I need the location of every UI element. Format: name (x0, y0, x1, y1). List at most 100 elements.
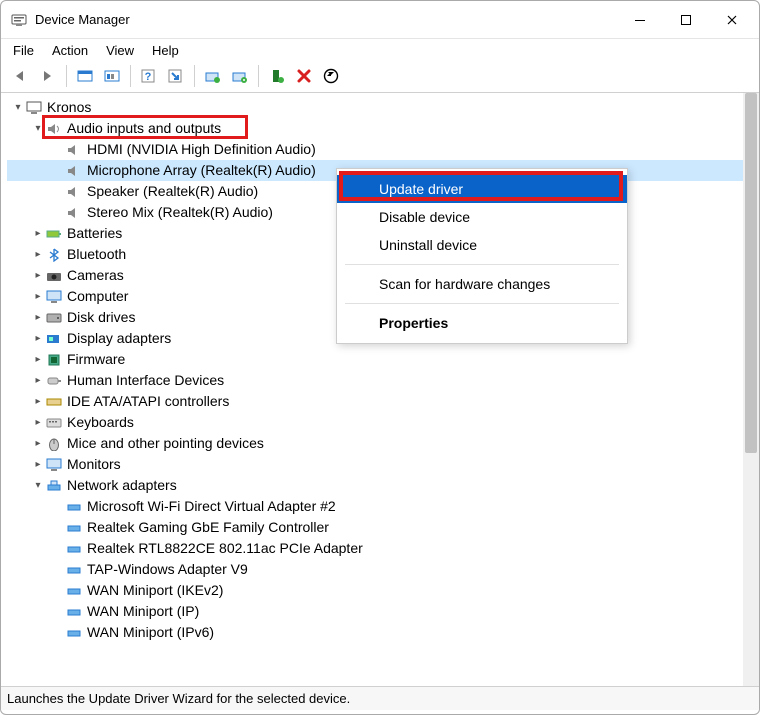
ctx-scan-hardware[interactable]: Scan for hardware changes (337, 270, 627, 298)
status-text: Launches the Update Driver Wizard for th… (7, 691, 350, 706)
chevron-right-icon[interactable]: ▸ (31, 391, 45, 412)
statusbar: Launches the Update Driver Wizard for th… (1, 686, 759, 710)
tree-item[interactable]: TAP-Windows Adapter V9 (7, 559, 743, 580)
chevron-right-icon[interactable]: ▸ (31, 244, 45, 265)
close-button[interactable] (709, 5, 755, 35)
view-icon[interactable] (100, 64, 124, 88)
tree-item-label: WAN Miniport (IP) (87, 601, 199, 622)
chevron-right-icon[interactable]: ▸ (31, 265, 45, 286)
tree-label: Bluetooth (67, 244, 126, 265)
tree-label: Display adapters (67, 328, 171, 349)
minimize-button[interactable] (617, 5, 663, 35)
tree-category[interactable]: ▸ Firmware (7, 349, 743, 370)
ctx-properties[interactable]: Properties (337, 309, 627, 337)
tree-item-label: Microsoft Wi-Fi Direct Virtual Adapter #… (87, 496, 336, 517)
network-icon (45, 478, 63, 494)
tree-category[interactable]: ▸ Keyboards (7, 412, 743, 433)
chevron-right-icon[interactable]: ▸ (31, 223, 45, 244)
maximize-button[interactable] (663, 5, 709, 35)
tree-label: IDE ATA/ATAPI controllers (67, 391, 229, 412)
chevron-right-icon[interactable]: ▸ (31, 349, 45, 370)
show-hidden-icon[interactable] (73, 64, 97, 88)
mouse-icon (45, 436, 63, 452)
chevron-down-icon[interactable]: ▾ (31, 475, 45, 496)
menu-action[interactable]: Action (52, 43, 88, 58)
scroll-thumb[interactable] (745, 93, 757, 453)
network-adapter-icon (65, 625, 83, 641)
help-icon[interactable]: ? (137, 64, 161, 88)
tree-item-label: Microphone Array (Realtek(R) Audio) (87, 160, 316, 181)
network-adapter-icon (65, 583, 83, 599)
ctx-separator (345, 303, 619, 304)
tree-item[interactable]: WAN Miniport (IKEv2) (7, 580, 743, 601)
ctx-item-label: Disable device (379, 209, 470, 225)
back-button[interactable] (9, 64, 33, 88)
tree-category-network[interactable]: ▾ Network adapters (7, 475, 743, 496)
tree-item[interactable]: WAN Miniport (IP) (7, 601, 743, 622)
window-title: Device Manager (35, 12, 130, 27)
keyboard-icon (45, 415, 63, 431)
refresh-icon[interactable] (319, 64, 343, 88)
app-icon (11, 12, 27, 28)
tree-item-label: Realtek RTL8822CE 802.11ac PCIe Adapter (87, 538, 363, 559)
tree-item[interactable]: Realtek Gaming GbE Family Controller (7, 517, 743, 538)
tree-item-label: Realtek Gaming GbE Family Controller (87, 517, 329, 538)
chevron-right-icon[interactable]: ▸ (31, 328, 45, 349)
ctx-uninstall-device[interactable]: Uninstall device (337, 231, 627, 259)
uninstall-icon[interactable] (228, 64, 252, 88)
tree-item[interactable]: WAN Miniport (IPv6) (7, 622, 743, 643)
bluetooth-icon (45, 247, 63, 263)
battery-icon (45, 226, 63, 242)
hid-icon (45, 373, 63, 389)
ctx-disable-device[interactable]: Disable device (337, 203, 627, 231)
scan-icon[interactable] (164, 64, 188, 88)
tree-root[interactable]: ▾ Kronos (7, 97, 743, 118)
menu-help[interactable]: Help (152, 43, 179, 58)
computer-icon (25, 100, 43, 116)
chevron-right-icon[interactable]: ▸ (31, 307, 45, 328)
delete-icon[interactable] (292, 64, 316, 88)
network-adapter-icon (65, 541, 83, 557)
speaker-icon (65, 184, 83, 200)
speaker-icon (45, 121, 63, 137)
tree-item-label: Stereo Mix (Realtek(R) Audio) (87, 202, 273, 223)
menu-view[interactable]: View (106, 43, 134, 58)
enable-icon[interactable] (265, 64, 289, 88)
network-adapter-icon (65, 604, 83, 620)
microphone-icon (65, 163, 83, 179)
svg-text:?: ? (145, 71, 152, 83)
tree-item[interactable]: HDMI (NVIDIA High Definition Audio) (7, 139, 743, 160)
tree-category[interactable]: ▸ Human Interface Devices (7, 370, 743, 391)
ctx-item-label: Properties (379, 315, 448, 331)
update-driver-icon[interactable] (201, 64, 225, 88)
tree-label: Computer (67, 286, 128, 307)
forward-button[interactable] (36, 64, 60, 88)
chevron-right-icon[interactable]: ▸ (31, 454, 45, 475)
tree-category[interactable]: ▸ Mice and other pointing devices (7, 433, 743, 454)
computer-icon (45, 289, 63, 305)
chevron-down-icon[interactable]: ▾ (11, 97, 25, 118)
titlebar: Device Manager (1, 1, 759, 39)
tree-category[interactable]: ▸ Monitors (7, 454, 743, 475)
tree-item[interactable]: Realtek RTL8822CE 802.11ac PCIe Adapter (7, 538, 743, 559)
chevron-right-icon[interactable]: ▸ (31, 412, 45, 433)
menu-file[interactable]: File (13, 43, 34, 58)
monitor-icon (45, 457, 63, 473)
tree-item[interactable]: Microsoft Wi-Fi Direct Virtual Adapter #… (7, 496, 743, 517)
ctx-update-driver[interactable]: Update driver (337, 175, 627, 203)
ctx-item-label: Scan for hardware changes (379, 276, 550, 292)
chevron-right-icon[interactable]: ▸ (31, 433, 45, 454)
speaker-icon (65, 205, 83, 221)
chevron-right-icon[interactable]: ▸ (31, 370, 45, 391)
vertical-scrollbar[interactable] (743, 93, 759, 686)
tree-label: Keyboards (67, 412, 134, 433)
network-adapter-icon (65, 562, 83, 578)
tree-item-label: WAN Miniport (IKEv2) (87, 580, 223, 601)
chevron-right-icon[interactable]: ▸ (31, 286, 45, 307)
tree-label: Audio inputs and outputs (67, 118, 221, 139)
tree-category-audio[interactable]: ▾ Audio inputs and outputs (7, 118, 743, 139)
chevron-down-icon[interactable]: ▾ (31, 118, 45, 139)
tree-category[interactable]: ▸ IDE ATA/ATAPI controllers (7, 391, 743, 412)
ctx-item-label: Uninstall device (379, 237, 477, 253)
disk-icon (45, 310, 63, 326)
